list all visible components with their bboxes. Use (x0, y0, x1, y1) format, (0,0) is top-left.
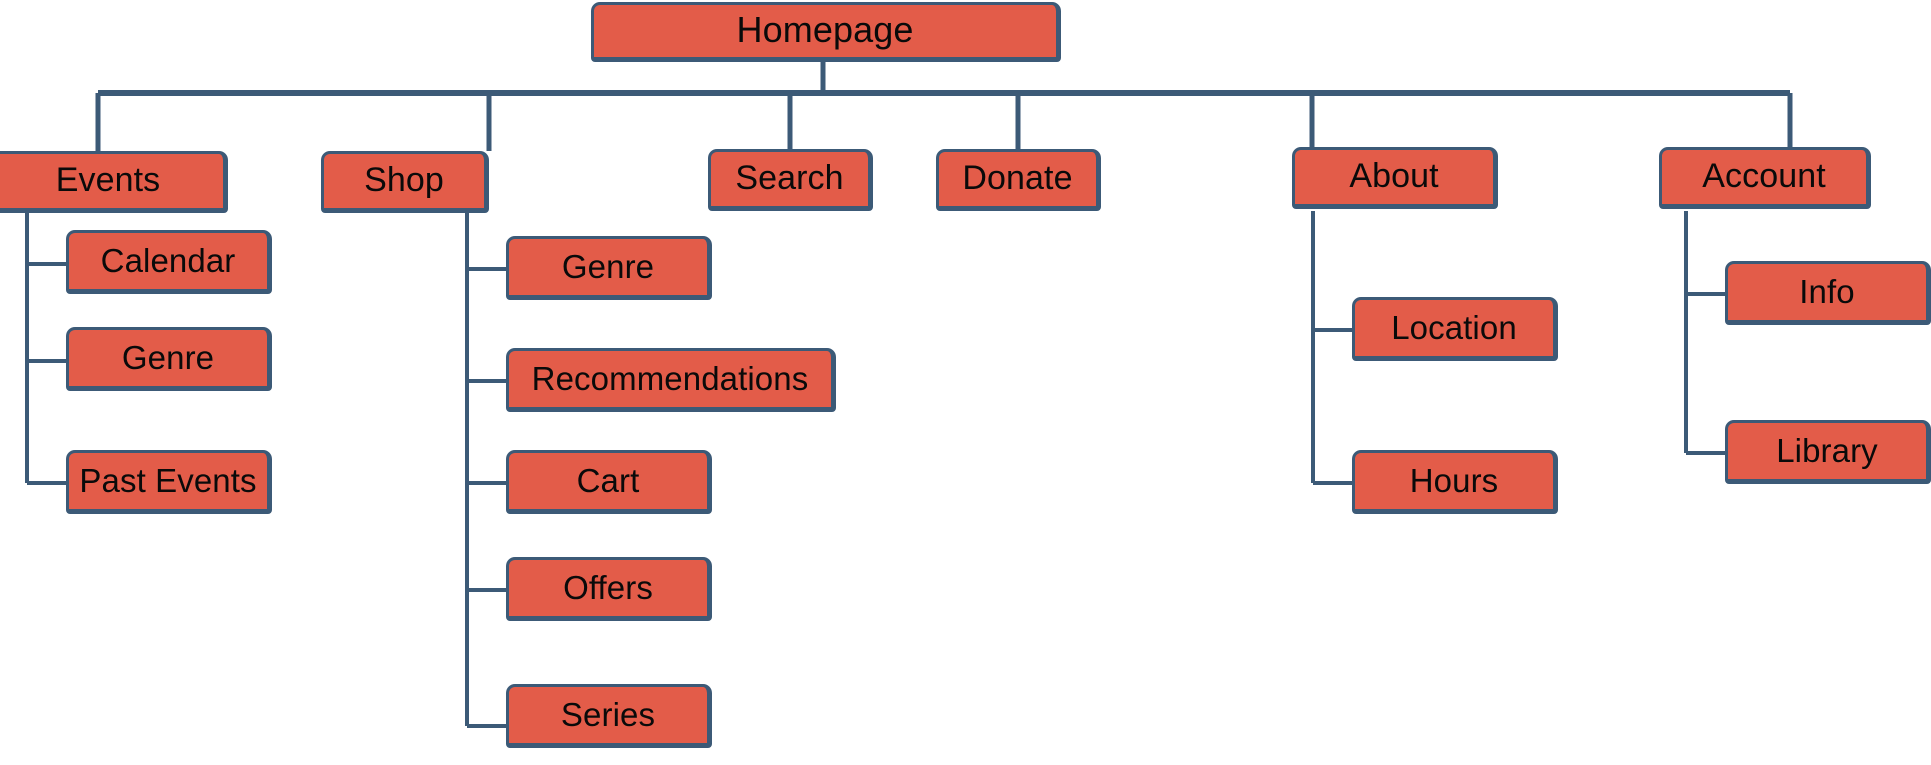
node-shop-genre[interactable]: Genre (506, 236, 712, 300)
node-search[interactable]: Search (708, 149, 873, 211)
node-shop-offers-label: Offers (563, 568, 653, 606)
node-homepage-label: Homepage (736, 9, 914, 50)
node-shop-label: Shop (364, 161, 444, 199)
node-events[interactable]: Events (0, 151, 228, 213)
node-shop-recommendations[interactable]: Recommendations (506, 348, 836, 412)
node-account-info[interactable]: Info (1725, 261, 1931, 325)
node-shop-cart[interactable]: Cart (506, 450, 712, 514)
node-events-calendar[interactable]: Calendar (66, 230, 272, 294)
node-about-hours[interactable]: Hours (1352, 450, 1558, 514)
node-events-genre[interactable]: Genre (66, 327, 272, 391)
node-account-info-label: Info (1799, 272, 1855, 310)
node-shop-cart-label: Cart (576, 461, 640, 499)
node-account-library-label: Library (1776, 431, 1878, 469)
node-shop-offers[interactable]: Offers (506, 557, 712, 621)
node-account[interactable]: Account (1659, 147, 1871, 209)
node-about-location-label: Location (1391, 308, 1517, 346)
node-shop-series[interactable]: Series (506, 684, 712, 748)
node-events-past-events-label: Past Events (79, 461, 257, 499)
node-events-past-events[interactable]: Past Events (66, 450, 272, 514)
node-shop-recommendations-label: Recommendations (531, 359, 809, 397)
node-events-genre-label: Genre (121, 338, 215, 376)
node-about-location[interactable]: Location (1352, 297, 1558, 361)
sitemap-diagram: Homepage Events Shop Search Donate About… (0, 0, 1931, 765)
node-about[interactable]: About (1292, 147, 1498, 209)
node-events-calendar-label: Calendar (100, 241, 236, 279)
node-shop-genre-label: Genre (561, 247, 655, 285)
node-account-label: Account (1702, 157, 1826, 195)
node-donate-label: Donate (962, 159, 1073, 197)
node-search-label: Search (735, 159, 844, 197)
node-homepage[interactable]: Homepage (591, 2, 1061, 62)
node-account-library[interactable]: Library (1725, 420, 1931, 484)
node-shop[interactable]: Shop (321, 151, 489, 213)
node-donate[interactable]: Donate (936, 149, 1101, 211)
connector-layer (25, 62, 1793, 728)
node-shop-series-label: Series (560, 695, 656, 733)
node-about-label: About (1349, 157, 1439, 195)
node-events-label: Events (55, 161, 161, 199)
node-about-hours-label: Hours (1409, 461, 1499, 499)
